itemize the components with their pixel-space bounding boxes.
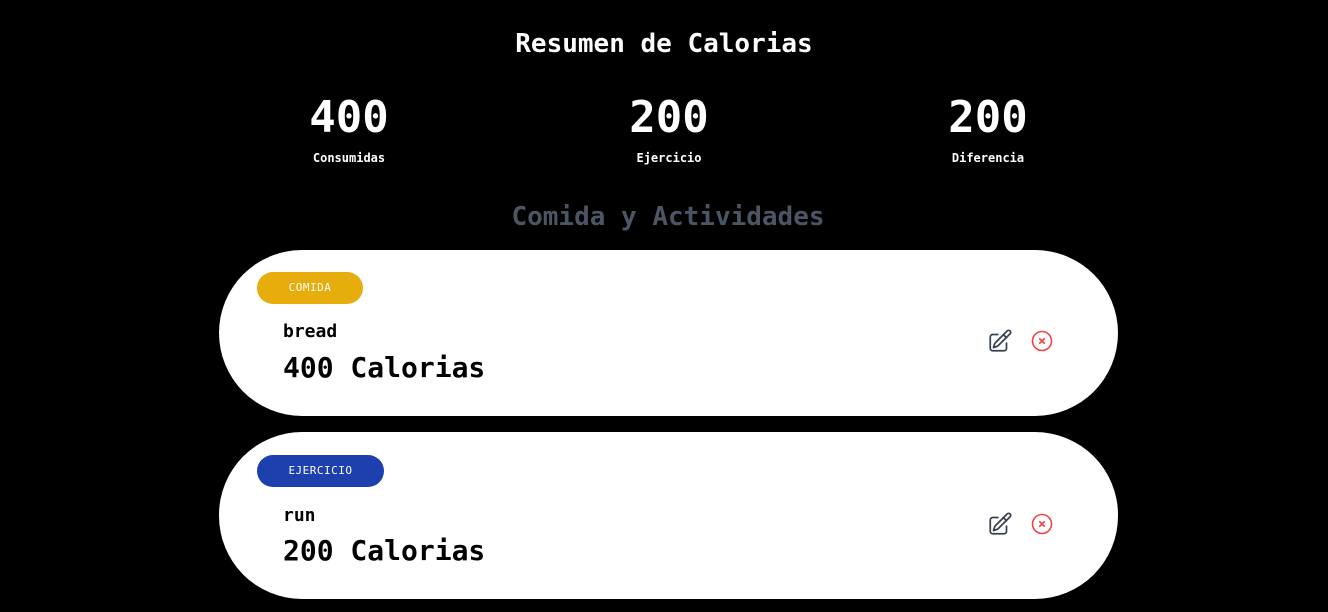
stat-difference: 200 Diferencia: [868, 92, 1108, 166]
delete-button[interactable]: [1030, 329, 1054, 353]
activity-card: COMIDA bread 400 Calorias: [219, 250, 1118, 416]
exercise-value: 200: [629, 92, 709, 143]
x-circle-icon: [1031, 513, 1053, 535]
consumed-label: Consumidas: [312, 151, 386, 165]
category-badge: COMIDA: [257, 272, 363, 304]
edit-button[interactable]: [987, 511, 1013, 537]
page: Resumen de Calorias 400 Consumidas 200 E…: [0, 0, 1328, 612]
activity-name: run: [283, 505, 316, 526]
pencil-square-icon: [989, 512, 1012, 535]
activity-name: bread: [283, 321, 338, 342]
exercise-label: Ejercicio: [636, 151, 702, 165]
difference-value: 200: [948, 92, 1028, 143]
consumed-value: 400: [309, 92, 389, 143]
edit-button[interactable]: [987, 328, 1013, 354]
activities-title: Comida y Actividades: [511, 202, 825, 232]
stat-consumed: 400 Consumidas: [229, 92, 469, 166]
x-circle-icon: [1031, 330, 1053, 352]
delete-button[interactable]: [1030, 512, 1054, 536]
category-badge: EJERCICIO: [257, 455, 384, 487]
difference-label: Diferencia: [951, 151, 1025, 165]
pencil-square-icon: [989, 329, 1012, 352]
activity-card: EJERCICIO run 200 Calorias: [219, 432, 1118, 599]
activity-calories: 400 Calorias: [283, 351, 486, 384]
activity-calories: 200 Calorias: [283, 534, 486, 567]
summary-title: Resumen de Calorias: [515, 29, 813, 59]
stat-exercise: 200 Ejercicio: [549, 92, 789, 166]
